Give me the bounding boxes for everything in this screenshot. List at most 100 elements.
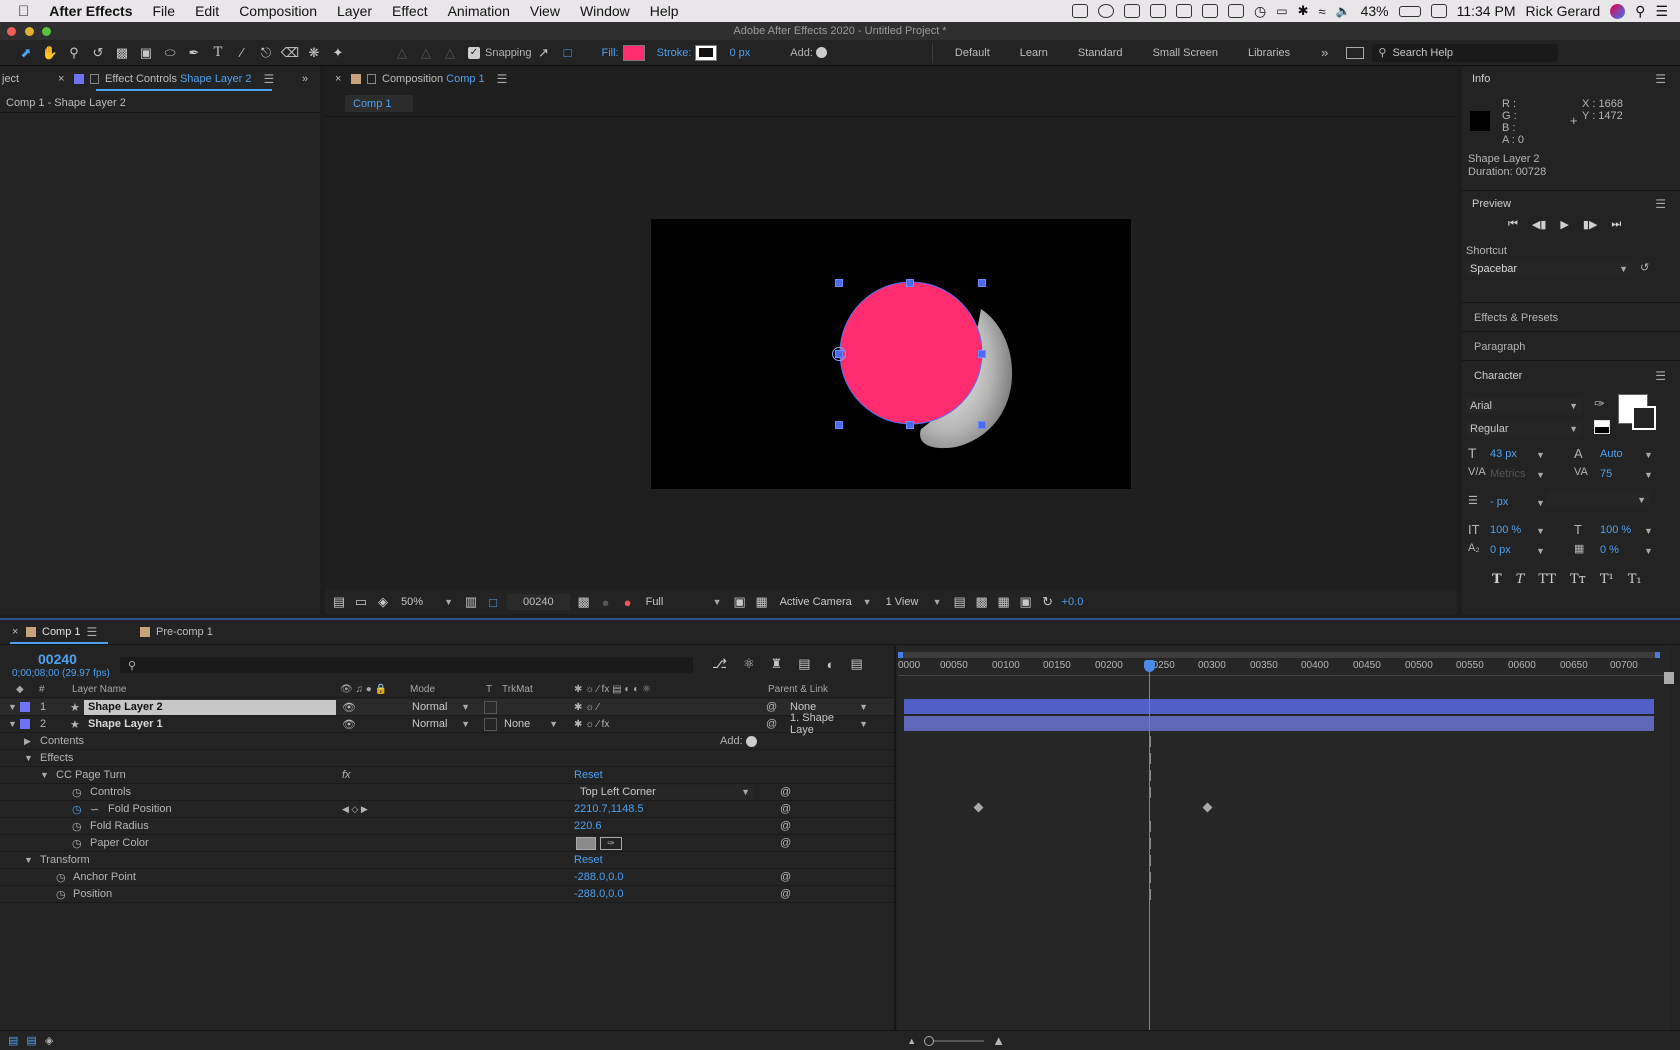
in-out-toggle-icon[interactable]: ◈ <box>45 1034 53 1047</box>
calendar-icon[interactable] <box>1430 4 1447 18</box>
first-frame-icon[interactable]: ⏮ <box>1508 218 1518 231</box>
puppet-pin-tool-icon[interactable]: ✦ <box>326 42 350 64</box>
contents-add-button-icon[interactable] <box>746 735 757 747</box>
motion-blur-icon[interactable]: ◐ <box>827 657 835 672</box>
snap-feather-icon[interactable]: □ <box>556 42 580 64</box>
reset-shortcut-icon[interactable]: ↺ <box>1640 261 1649 274</box>
expand-cc-page-turn-icon[interactable]: ▼ <box>40 770 49 780</box>
axis-view-icon[interactable]: △ <box>438 42 462 64</box>
layer-1-visibility-icon[interactable]: 👁 <box>342 701 356 714</box>
phone-icon[interactable] <box>1150 4 1166 18</box>
eraser-tool-icon[interactable]: ⌫ <box>278 42 302 64</box>
selection-tool-icon[interactable]: ⬈ <box>14 42 38 64</box>
control-center-icon[interactable]: ☰ <box>1655 3 1668 20</box>
panel-menu-icon[interactable]: ☰ <box>264 72 275 86</box>
toggle-pixel-aspect-icon[interactable]: ▤ <box>952 591 968 613</box>
transfer-controls-toggle-icon[interactable]: ▤ <box>26 1034 36 1047</box>
controls-pickwhip-icon[interactable]: @ <box>780 786 791 798</box>
pan-behind-tool-icon[interactable]: ▣ <box>134 42 158 64</box>
expand-layer-1-icon[interactable]: ▼ <box>8 702 17 712</box>
comp-panel-menu-icon[interactable]: ☰ <box>497 72 508 86</box>
graph-icon[interactable]: ∽ <box>90 803 99 816</box>
layer-2-parent-dropdown[interactable]: 1. Shape Laye ▼ <box>786 712 872 736</box>
mask-visibility-icon[interactable]: ◈ <box>375 591 391 613</box>
fold-position-row[interactable]: ◷ ∽ Fold Position ◀ ◇ ▶ 2210.7,1148.5 @ <box>0 801 896 818</box>
superscript-icon[interactable]: T¹ <box>1600 572 1614 587</box>
current-time-indicator[interactable] <box>1149 660 1150 1030</box>
monitor-icon[interactable]: ▭ <box>353 591 369 613</box>
ellipse-tool-icon[interactable]: ⬭ <box>158 42 182 64</box>
zoom-tool-icon[interactable]: ⚲ <box>62 42 86 64</box>
anchor-point-icon[interactable] <box>832 347 846 361</box>
time-ruler[interactable]: 0000 00050 00100 00150 00200 00250 00300… <box>898 660 1670 676</box>
layer-2-preserve-transparency[interactable] <box>484 717 497 731</box>
expand-panel-icon[interactable]: » <box>302 67 308 91</box>
composition-mini-flowchart-icon[interactable]: ⎇ <box>712 656 727 672</box>
layer-1-pickwhip-icon[interactable]: @ <box>766 701 777 713</box>
lock-icon[interactable] <box>90 74 99 84</box>
col-layer-name[interactable]: Layer Name <box>72 684 126 695</box>
next-frame-icon[interactable]: ▮▶ <box>1583 218 1598 231</box>
clone-stamp-tool-icon[interactable]: ⎋ <box>254 42 278 64</box>
preview-menu-icon[interactable]: ☰ <box>1655 197 1666 211</box>
font-size-value[interactable]: 43 px <box>1490 448 1517 460</box>
comp-lock-icon[interactable] <box>367 74 376 84</box>
snapshot-icon[interactable]: ▩ <box>576 591 592 613</box>
rotate-tool-icon[interactable]: ↺ <box>86 42 110 64</box>
battery-icon[interactable] <box>1398 5 1421 17</box>
stroke-style-dropdown[interactable]: ▼ <box>1546 492 1650 507</box>
horizontal-scale-value[interactable]: 100 % <box>1600 524 1631 536</box>
user-avatar[interactable] <box>1610 3 1626 19</box>
transform-row[interactable]: ▼ Transform Reset <box>0 852 896 869</box>
always-preview-icon[interactable]: ▤ <box>331 591 347 613</box>
shortcut-dropdown[interactable]: Spacebar ▼ <box>1466 261 1632 276</box>
anchor-point-row[interactable]: ◷ Anchor Point -288.0,0.0 @ <box>0 869 896 886</box>
baseline-shift-value[interactable]: 0 px <box>1490 544 1511 556</box>
workspace-overflow-icon[interactable]: » <box>1321 45 1328 60</box>
cloud-icon[interactable] <box>1098 4 1114 18</box>
layer-2-bar[interactable] <box>904 716 1654 731</box>
cc-page-turn-reset[interactable]: Reset <box>574 769 603 781</box>
transform-handle-mr[interactable] <box>978 350 986 358</box>
stroke-label[interactable]: Stroke: <box>657 47 692 59</box>
eyedropper-icon[interactable]: ✑ <box>1594 396 1605 412</box>
expand-effects-icon[interactable]: ▼ <box>24 753 33 763</box>
fold-position-pickwhip-icon[interactable]: @ <box>780 803 791 815</box>
sidecar-icon[interactable] <box>1176 4 1192 18</box>
axis-world-icon[interactable]: △ <box>414 42 438 64</box>
transform-handle-tr[interactable] <box>978 279 986 287</box>
time-zoom-slider[interactable] <box>924 1035 985 1046</box>
expand-contents-icon[interactable]: ▶ <box>24 736 31 747</box>
close-window-button[interactable] <box>7 27 16 36</box>
clock[interactable]: 11:34 PM <box>1457 3 1516 19</box>
camera-tool-icon[interactable]: ▩ <box>110 42 134 64</box>
airplay-icon[interactable]: ▭ <box>1276 4 1287 18</box>
previous-frame-icon[interactable]: ◀▮ <box>1532 218 1547 231</box>
layer-row-1[interactable]: ▼ 1 ★ Shape Layer 2 👁 Normal ▼ ✱ ☼ ∕ @ No… <box>0 699 896 716</box>
graph-editor-icon[interactable]: ▤ <box>850 656 862 672</box>
subscript-icon[interactable]: T₁ <box>1628 572 1642 587</box>
menu-effect[interactable]: Effect <box>382 3 438 19</box>
workspace-edit-icon[interactable] <box>1346 46 1365 59</box>
comp-marker-icon[interactable] <box>1664 672 1674 684</box>
channel-icon[interactable]: ● <box>620 591 636 613</box>
menu-view[interactable]: View <box>520 3 570 19</box>
layer-1-name[interactable]: Shape Layer 2 <box>84 699 336 715</box>
paragraph-panel[interactable]: Paragraph <box>1462 333 1680 361</box>
layer-2-mode-dropdown[interactable]: Normal ▼ <box>408 717 474 732</box>
fx-toggle-icon[interactable]: fx <box>342 769 351 781</box>
display-icon[interactable] <box>1228 4 1244 18</box>
show-snapshot-icon[interactable]: ● <box>598 591 614 613</box>
search-help-field[interactable]: ⚲ Search Help <box>1372 43 1559 62</box>
chevron-down-icon[interactable]: ▼ <box>1644 546 1653 556</box>
comp-flowchart-icon[interactable]: ▣ <box>1018 591 1034 613</box>
region-of-interest-icon[interactable]: □ <box>485 591 501 613</box>
work-area-bar[interactable] <box>898 652 1660 658</box>
black-white-swatch-icon[interactable] <box>1594 420 1610 434</box>
layer-2-visibility-icon[interactable]: 👁 <box>342 718 356 731</box>
dropbox-icon[interactable] <box>1072 4 1088 18</box>
play-icon[interactable]: ▶ <box>1560 218 1568 231</box>
spotlight-icon[interactable]: ⚲ <box>1635 3 1645 20</box>
bear-icon[interactable] <box>1124 4 1140 18</box>
paper-color-row[interactable]: ◷ Paper Color ✑ @ <box>0 835 896 852</box>
